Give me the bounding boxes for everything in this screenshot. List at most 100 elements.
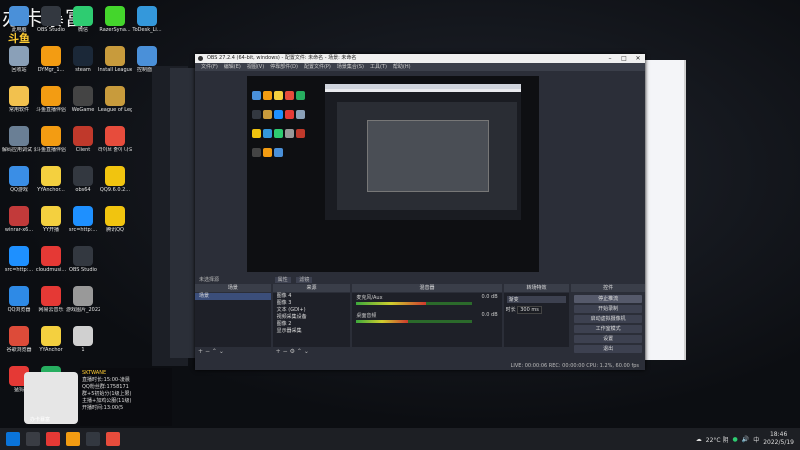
move-up-icon[interactable]: ⌃ <box>212 348 217 355</box>
taskbar-app-icon[interactable] <box>46 432 60 446</box>
desktop-icon[interactable]: 解码应用调试 滋滋的图 <box>2 126 36 153</box>
menu-scene-collection[interactable]: 场景集合(S) <box>337 63 364 71</box>
desktop-icon[interactable]: League of Legends <box>98 86 132 113</box>
menu-help[interactable]: 帮助(H) <box>393 63 411 71</box>
move-down-icon[interactable]: ⌄ <box>219 348 224 355</box>
wechat-tray-icon[interactable]: ● <box>732 436 737 443</box>
desktop-icon[interactable]: OBS Studio <box>66 246 100 273</box>
move-down-icon[interactable]: ⌄ <box>304 348 309 355</box>
browser-window[interactable] <box>640 60 684 360</box>
app-icon <box>41 206 61 226</box>
source-item[interactable]: 文本 (GDI+) <box>273 307 351 314</box>
desktop-icon[interactable]: 斗鱼直播伴侣 <box>34 86 68 113</box>
desktop-icon[interactable]: 谷歌浏览器 <box>2 326 36 353</box>
desktop-icon[interactable]: 斗鱼直播伴侣 <box>34 126 68 153</box>
clock[interactable]: 18:46 2022/5/19 <box>763 431 794 447</box>
menu-file[interactable]: 文件(F) <box>201 63 218 71</box>
desktop-icon[interactable]: YYAnchor... <box>34 166 68 193</box>
desktop-icon[interactable]: winrar-x6... <box>2 206 36 233</box>
source-item[interactable]: 视频采集设备 <box>273 314 351 321</box>
weather-text[interactable]: 22°C 阴 <box>706 435 729 444</box>
obs-titlebar[interactable]: OBS 27.2.4 (64-bit, windows) - 配置文件: 未命名… <box>195 54 645 63</box>
studio-mode-button[interactable]: 工作室模式 <box>574 325 643 333</box>
desktop-icon[interactable]: OBS Studio <box>34 6 68 33</box>
add-scene-icon[interactable]: + <box>198 348 203 355</box>
volume-meter <box>356 302 472 305</box>
properties-button[interactable]: 属性 <box>274 277 291 283</box>
channel-name: 麦克风/Aux <box>356 295 383 301</box>
transition-select[interactable]: 渐变 <box>506 296 567 303</box>
taskbar-app-icon[interactable] <box>66 432 80 446</box>
desktop-icon[interactable]: cloudmusi... <box>34 246 68 273</box>
desktop-icon[interactable]: Install League o... <box>98 46 132 73</box>
desktop-icon[interactable]: 游戏图片_2022051... <box>66 286 100 313</box>
remove-scene-icon[interactable]: − <box>205 348 210 355</box>
desktop-icon[interactable]: WeGame <box>66 86 100 113</box>
source-settings-icon[interactable]: ⚙ <box>290 348 295 355</box>
desktop-icon[interactable]: DYMgr_1... <box>34 46 68 73</box>
app-icon <box>105 166 125 186</box>
menu-profile[interactable]: 配置文件(P) <box>304 63 331 71</box>
desktop-icon[interactable]: obs64 <box>66 166 100 193</box>
search-icon[interactable] <box>26 432 40 446</box>
source-item[interactable]: 图像 2 <box>273 321 351 328</box>
desktop-icon[interactable]: 此电脑 <box>2 6 36 33</box>
start-recording-button[interactable]: 开始录制 <box>574 305 643 313</box>
desktop-icon[interactable]: 微信 <box>66 6 100 33</box>
obs-preview-canvas[interactable] <box>247 76 539 272</box>
start-icon[interactable] <box>6 432 20 446</box>
source-item[interactable]: 图像 3 <box>273 300 351 307</box>
desktop-icon[interactable]: steam <box>66 46 100 73</box>
desktop-icon-label: 解码应用调试 滋滋的图 <box>2 147 36 153</box>
desktop-icon-label: 斗鱼直播伴侣 <box>35 147 66 153</box>
taskbar-app-icon[interactable] <box>106 432 120 446</box>
desktop-icon[interactable]: ToDesk_Li... <box>130 6 164 33</box>
desktop-icon[interactable]: 回收站 <box>2 46 36 73</box>
maximize-button[interactable]: □ <box>617 54 631 63</box>
desktop-icon[interactable]: src=http:... <box>2 246 36 273</box>
add-source-icon[interactable]: + <box>276 348 281 355</box>
exit-button[interactable]: 退出 <box>574 345 643 353</box>
obs-docks: 场景 场景 + − ⌃ ⌄ 来源 图像 4 图像 3 文本 (GDI+) 视频采… <box>195 284 646 356</box>
close-button[interactable]: ✕ <box>631 54 645 63</box>
desktop-icon[interactable]: 常用软件 <box>2 86 36 113</box>
stop-streaming-button[interactable]: 停止推流 <box>574 295 643 303</box>
scene-item[interactable]: 场景 <box>195 293 271 300</box>
desktop-icon[interactable]: YY开播 <box>34 206 68 233</box>
desktop-icon[interactable]: QQ9.6.0.2... <box>98 166 132 193</box>
menu-tools[interactable]: 工具(T) <box>370 63 387 71</box>
minimize-button[interactable]: – <box>603 54 617 63</box>
desktop-icon-label: RazerSyna... <box>99 27 131 33</box>
source-item[interactable]: 显示器采集 <box>273 328 351 335</box>
volume-icon[interactable]: 🔊 <box>742 436 749 443</box>
desktop-icon[interactable]: YYAnchor <box>34 326 68 353</box>
ime-indicator[interactable]: 中 <box>753 435 759 444</box>
menu-docks[interactable]: 停靠部件(D) <box>270 63 298 71</box>
obs-taskbar-icon[interactable] <box>86 432 100 446</box>
desktop-icon[interactable]: QQ游戏 <box>2 166 36 193</box>
desktop-icon[interactable]: 1 <box>66 326 100 353</box>
clock-date: 2022/5/19 <box>763 439 794 446</box>
weather-icon[interactable]: ☁ <box>696 436 702 443</box>
browser-scrollbar[interactable] <box>684 60 686 360</box>
desktop-icon[interactable]: src=http:... <box>66 206 100 233</box>
desktop-icon[interactable]: 라이브 출이 나오다 <box>98 126 132 153</box>
menu-view[interactable]: 视图(V) <box>247 63 264 71</box>
obs-window[interactable]: OBS 27.2.4 (64-bit, windows) - 配置文件: 未命名… <box>195 54 646 370</box>
preview-recursive-view <box>367 120 489 192</box>
desktop-icon[interactable]: Client <box>66 126 100 153</box>
virtual-camera-button[interactable]: 启动虚拟摄像机 <box>574 315 643 323</box>
desktop-icon[interactable]: QQ浏览器 <box>2 286 36 313</box>
app-icon <box>105 126 125 146</box>
desktop-icon[interactable]: RazerSyna... <box>98 6 132 33</box>
menu-edit[interactable]: 编辑(E) <box>224 63 241 71</box>
duration-input[interactable]: 300 ms <box>517 306 542 314</box>
app-icon <box>73 6 93 26</box>
desktop-icon[interactable]: 网易云音乐 <box>34 286 68 313</box>
filters-button[interactable]: 滤镜 <box>296 277 313 283</box>
source-item[interactable]: 图像 4 <box>273 293 351 300</box>
settings-button[interactable]: 设置 <box>574 335 643 343</box>
move-up-icon[interactable]: ⌃ <box>297 348 302 355</box>
remove-source-icon[interactable]: − <box>283 348 288 355</box>
desktop-icon[interactable]: 腾讯QQ <box>98 206 132 233</box>
